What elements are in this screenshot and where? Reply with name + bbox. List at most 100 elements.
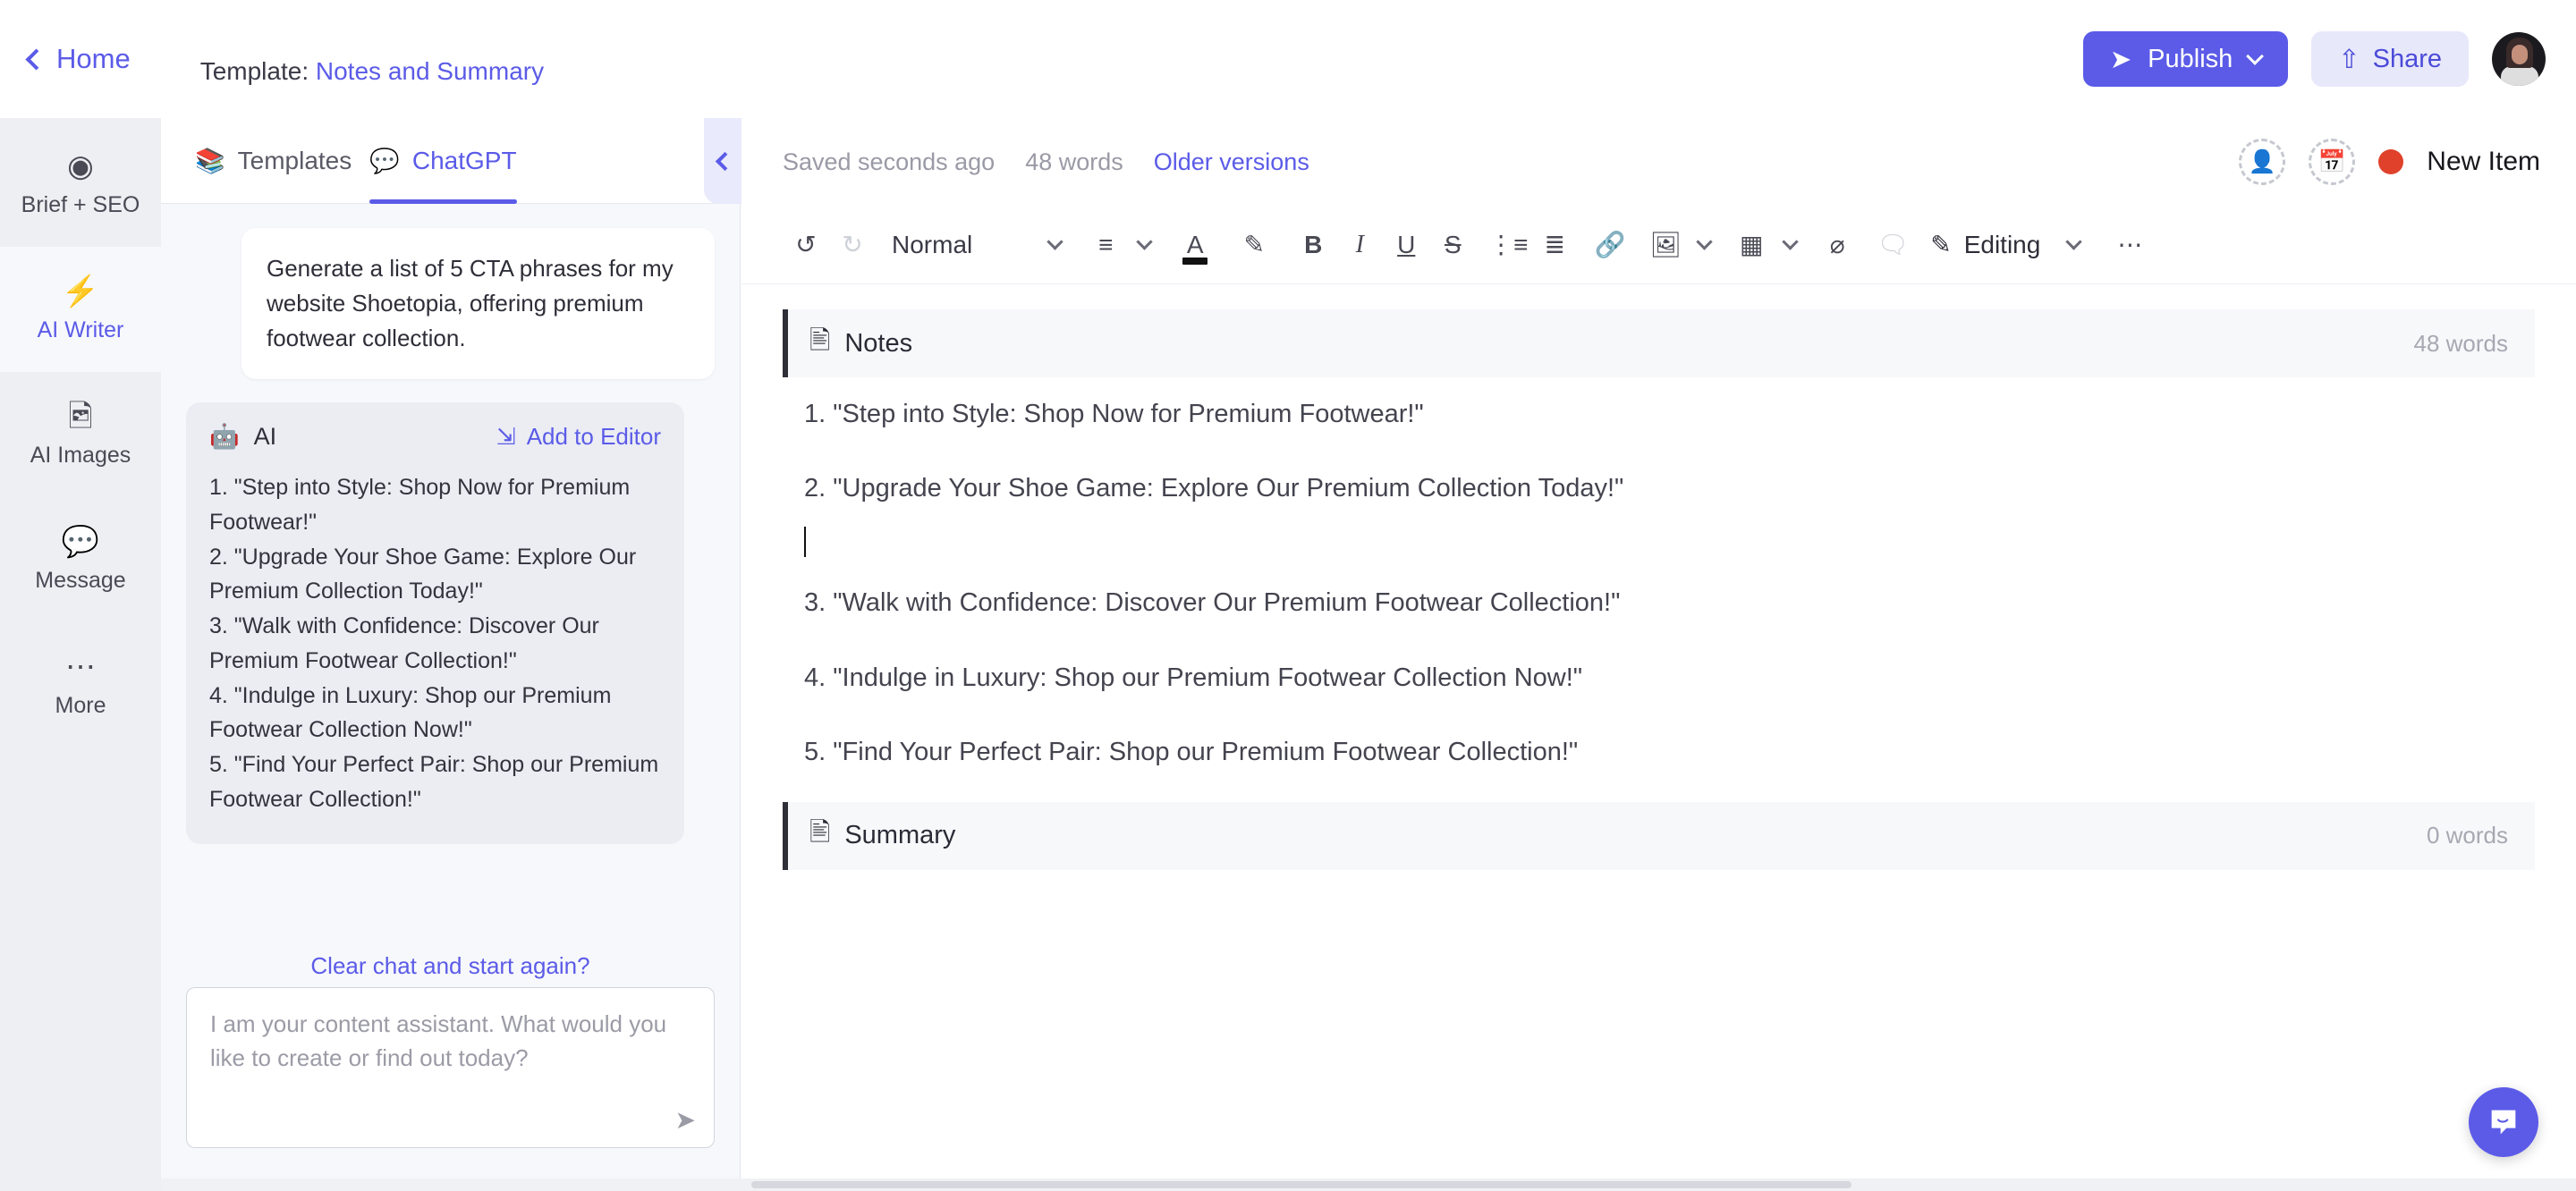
chevron-down-icon	[1046, 233, 1063, 250]
avatar[interactable]	[2492, 32, 2546, 86]
sidebar-item-ai-writer[interactable]: ⚡ AI Writer	[0, 247, 161, 372]
avatar-face	[2512, 45, 2528, 64]
section-header-summary: 🖹 Summary 0 words	[783, 801, 2535, 870]
link-icon[interactable]: 🔗	[1587, 220, 1633, 270]
publish-button[interactable]: ➤ Publish	[2082, 31, 2289, 87]
saved-status: Saved seconds ago	[783, 148, 996, 175]
sidebar-item-label: More	[55, 692, 106, 718]
add-comment-icon[interactable]: 🗨	[1869, 220, 1916, 270]
tab-chatgpt[interactable]: 💬 ChatGPT	[369, 118, 517, 204]
left-rail: ◉ Brief + SEO ⚡ AI Writer 🖻 AI Images 💬 …	[0, 118, 161, 1191]
sidebar-item-more[interactable]: ⋯ More	[0, 622, 161, 748]
ellipsis-icon[interactable]: ⋯	[2106, 220, 2153, 270]
italic-icon[interactable]: I	[1336, 220, 1383, 270]
target-icon: ◉	[67, 148, 94, 183]
document-status-bar: Saved seconds ago 48 words Older version…	[741, 118, 2576, 206]
add-date-icon[interactable]: 📅	[2309, 139, 2356, 185]
robot-icon: 🤖	[209, 423, 240, 450]
sidebar-item-ai-images[interactable]: 🖻 AI Images	[0, 372, 161, 497]
template-name-link[interactable]: Notes and Summary	[316, 57, 544, 85]
notes-line: 2. "Upgrade Your Shoe Game: Explore Our …	[804, 474, 1624, 503]
editing-mode-dropdown[interactable]: ✎ Editing	[1930, 230, 2040, 259]
section-title: Summary	[844, 821, 956, 850]
message-icon: 💬	[61, 524, 100, 559]
editing-mode-label: Editing	[1963, 230, 2041, 258]
ai-author: 🤖 AI	[209, 422, 276, 451]
lightning-icon: ⚡	[61, 274, 100, 308]
publish-label: Publish	[2148, 44, 2233, 73]
section-word-count: 0 words	[2426, 822, 2508, 849]
ellipsis-icon: ⋯	[65, 649, 96, 684]
chat-tabs: 📚 Templates 💬 ChatGPT	[161, 118, 741, 204]
chevron-down-icon	[2065, 233, 2082, 250]
chat-bubbles-icon: 💬	[369, 147, 400, 174]
scrollbar-thumb[interactable]	[751, 1181, 1852, 1188]
chevron-down-icon	[1782, 233, 1799, 250]
books-icon: 📚	[195, 147, 225, 174]
tab-templates[interactable]: 📚 Templates	[195, 118, 352, 204]
document-icon: 🖹	[809, 325, 831, 355]
bold-icon[interactable]: B	[1290, 220, 1336, 270]
underline-icon[interactable]: U	[1383, 220, 1429, 270]
horizontal-scrollbar[interactable]	[161, 1178, 2576, 1191]
notes-line: 4. "Indulge in Luxury: Shop our Premium …	[804, 663, 1583, 692]
clear-formatting-icon[interactable]: ⌀	[1814, 220, 1860, 270]
add-person-icon[interactable]: 👤	[2239, 139, 2286, 185]
collapse-panel-button[interactable]	[704, 118, 741, 204]
clear-chat-link[interactable]: Clear chat and start again?	[161, 952, 740, 980]
older-versions-link[interactable]: Older versions	[1154, 148, 1309, 176]
editor-pane: Saved seconds ago 48 words Older version…	[741, 118, 2576, 1191]
numbered-list-icon[interactable]: ≣	[1531, 220, 1578, 270]
paragraph-style-dropdown[interactable]: Normal	[892, 230, 1063, 259]
home-back-link[interactable]: Home	[25, 43, 131, 75]
sidebar-item-message[interactable]: 💬 Message	[0, 497, 161, 622]
sidebar-item-label: AI Images	[30, 442, 131, 468]
upload-icon: ⇧	[2338, 45, 2360, 74]
sidebar-item-label: Message	[35, 567, 126, 593]
text-color-icon[interactable]: A	[1172, 220, 1218, 270]
ai-label: AI	[253, 422, 277, 450]
document-word-count: 48 words	[1025, 148, 1123, 175]
avatar-body	[2501, 66, 2538, 86]
caret-icon	[804, 527, 806, 558]
pencil-icon: ✎	[1930, 231, 1952, 258]
section-title: Notes	[844, 328, 913, 358]
editing-mode-chevron[interactable]	[2040, 220, 2106, 270]
table-dropdown-chevron[interactable]	[1775, 220, 1805, 270]
tab-label: Templates	[237, 146, 352, 174]
sidebar-item-brief-seo[interactable]: ◉ Brief + SEO	[0, 122, 161, 247]
send-icon[interactable]: ➤	[675, 1105, 696, 1135]
paragraph-style-label: Normal	[892, 230, 973, 258]
section-title-group: 🖹 Summary	[809, 814, 955, 857]
chat-input[interactable]	[187, 988, 714, 1102]
notes-line: 3. "Walk with Confidence: Discover Our P…	[804, 588, 1621, 618]
redo-icon[interactable]: ↻	[829, 220, 876, 270]
chat-panel: 📚 Templates 💬 ChatGPT Generate a list of…	[161, 118, 741, 1191]
chat-composer: ➤	[186, 987, 715, 1148]
template-prefix: Template:	[199, 57, 309, 85]
undo-icon[interactable]: ↺	[783, 220, 829, 270]
align-icon[interactable]: ≡	[1082, 220, 1129, 270]
section-title-group: 🖹 Notes	[809, 322, 912, 366]
sidebar-item-label: AI Writer	[37, 317, 124, 342]
table-icon[interactable]: ▦	[1728, 220, 1775, 270]
home-label: Home	[56, 43, 131, 74]
chat-messages: Generate a list of 5 CTA phrases for my …	[161, 205, 740, 927]
notes-content[interactable]: 1. "Step into Style: Shop Now for Premiu…	[741, 377, 2576, 790]
share-button[interactable]: ⇧ Share	[2311, 31, 2469, 87]
align-dropdown-chevron[interactable]	[1129, 220, 1159, 270]
status-badge[interactable]: New Item	[2427, 147, 2540, 177]
help-chat-button[interactable]	[2469, 1087, 2538, 1157]
ai-response-text: 1. "Step into Style: Shop Now for Premiu…	[209, 475, 659, 812]
chevron-left-icon	[25, 47, 47, 71]
top-bar-actions: ➤ Publish ⇧ Share	[2082, 31, 2546, 87]
highlighter-icon[interactable]: ✎	[1231, 220, 1277, 270]
chevron-down-icon	[1136, 233, 1153, 250]
document-status-actions: 👤 📅 New Item	[2239, 139, 2540, 185]
image-icon[interactable]: 🖼	[1642, 220, 1689, 270]
strikethrough-icon[interactable]: S	[1429, 220, 1476, 270]
notes-line: 1. "Step into Style: Shop Now for Premiu…	[804, 400, 1424, 428]
bullet-list-icon[interactable]: ⋮≡	[1485, 220, 1531, 270]
image-dropdown-chevron[interactable]	[1689, 220, 1719, 270]
add-to-editor-button[interactable]: ⇲ Add to Editor	[496, 423, 661, 451]
